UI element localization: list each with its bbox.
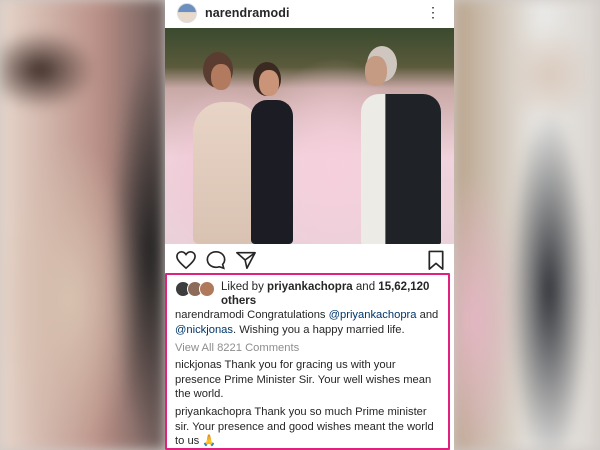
comment-username[interactable]: nickjonas xyxy=(175,359,222,371)
comment-icon[interactable] xyxy=(205,250,227,275)
post-photo[interactable] xyxy=(165,28,454,244)
caption-text-2: . Wishing you a happy married life. xyxy=(233,323,405,336)
likes-count[interactable]: 15,62,120 xyxy=(378,281,429,293)
post-username[interactable]: narendramodi xyxy=(205,6,290,20)
caption-mention-nickjonas[interactable]: @nickjonas xyxy=(175,324,233,336)
liked-by-avatars xyxy=(175,281,215,297)
liked-by-prefix: Liked by xyxy=(221,281,264,293)
likes-row[interactable]: Liked by priyankachopra and 15,62,120 ot… xyxy=(175,280,445,308)
liker-avatar xyxy=(199,281,215,297)
liked-by-and: and xyxy=(355,281,376,293)
caption-mention-priyankachopra[interactable]: @priyankachopra xyxy=(329,309,417,321)
comment-item: priyankachopra Thank you so much Prime m… xyxy=(175,405,443,449)
post-header: narendramodi ⋮ xyxy=(165,0,454,26)
photo-bride-face xyxy=(211,64,231,90)
likes-text: Liked by priyankachopra and 15,62,120 ot… xyxy=(221,280,429,308)
post-actions xyxy=(175,250,445,272)
blurred-background-left xyxy=(0,0,165,450)
post-caption: narendramodi Congratulations @priyankach… xyxy=(175,308,443,337)
blurred-background-right xyxy=(454,0,600,450)
more-options-icon[interactable]: ⋮ xyxy=(426,3,440,21)
comment-item: nickjonas Thank you for gracing us with … xyxy=(175,358,443,402)
comment-username[interactable]: priyankachopra xyxy=(175,406,252,418)
instagram-post-card: narendramodi ⋮ Liked by priyankachopra a… xyxy=(165,0,454,450)
photo-groom-face xyxy=(259,70,279,96)
photo-groom xyxy=(251,100,293,244)
caption-text-1: Congratulations xyxy=(247,309,326,321)
likes-others[interactable]: others xyxy=(221,295,256,307)
view-all-comments-link[interactable]: View All 8221 Comments xyxy=(175,341,443,356)
photo-man-right-face xyxy=(365,56,387,86)
photo-man-right xyxy=(361,94,441,244)
caption-username[interactable]: narendramodi xyxy=(175,309,244,321)
heart-icon[interactable] xyxy=(175,250,197,275)
liked-by-user[interactable]: priyankachopra xyxy=(267,281,353,293)
avatar[interactable] xyxy=(177,3,197,23)
share-icon[interactable] xyxy=(235,250,257,275)
caption-and: and xyxy=(419,309,439,321)
